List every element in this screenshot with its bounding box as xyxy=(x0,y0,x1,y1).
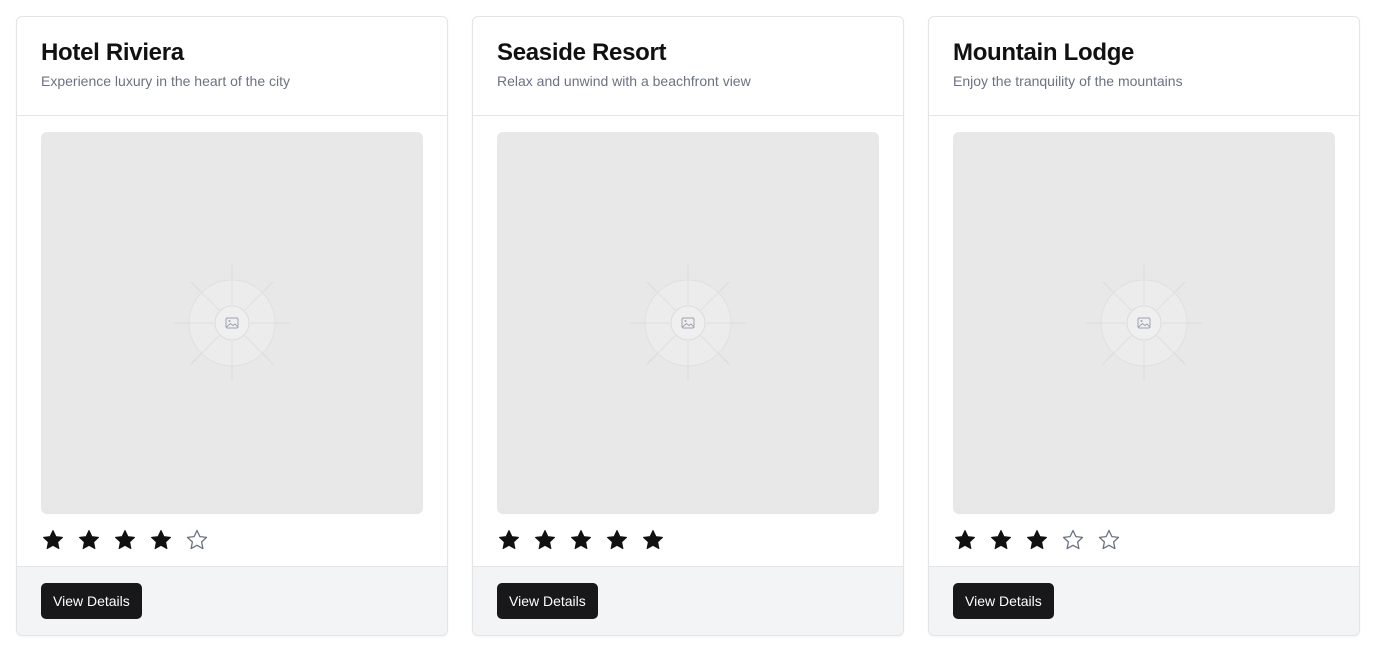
card-header: Hotel Riviera Experience luxury in the h… xyxy=(17,17,447,116)
view-details-button[interactable]: View Details xyxy=(497,583,598,619)
image-icon xyxy=(1086,264,1202,381)
star-filled-icon xyxy=(499,529,519,549)
star-rating xyxy=(497,528,879,552)
image-placeholder xyxy=(497,131,879,514)
image-icon xyxy=(174,264,290,381)
hotel-card-grid: Hotel Riviera Experience luxury in the h… xyxy=(16,16,1360,636)
hotel-card: Seaside Resort Relax and unwind with a b… xyxy=(472,16,904,636)
star-empty-icon xyxy=(1098,529,1120,550)
card-subtitle: Enjoy the tranquility of the mountains xyxy=(953,73,1183,89)
hotel-card: Hotel Riviera Experience luxury in the h… xyxy=(16,16,448,636)
card-subtitle: Relax and unwind with a beachfront view xyxy=(497,73,751,89)
card-header: Seaside Resort Relax and unwind with a b… xyxy=(473,17,903,116)
star-filled-icon xyxy=(991,529,1011,549)
star-filled-icon xyxy=(151,529,171,549)
card-footer: View Details xyxy=(929,566,1359,635)
card-title: Seaside Resort xyxy=(497,39,667,66)
star-filled-icon xyxy=(115,529,135,549)
view-details-button[interactable]: View Details xyxy=(953,583,1054,619)
hotel-card: Mountain Lodge Enjoy the tranquility of … xyxy=(928,16,1360,636)
card-header: Mountain Lodge Enjoy the tranquility of … xyxy=(929,17,1359,116)
card-title: Mountain Lodge xyxy=(953,39,1135,66)
card-footer: View Details xyxy=(17,566,447,635)
star-filled-icon xyxy=(571,529,591,549)
star-filled-icon xyxy=(535,529,555,549)
star-rating xyxy=(953,528,1335,552)
card-footer: View Details xyxy=(473,566,903,635)
star-empty-icon xyxy=(186,529,208,550)
star-filled-icon xyxy=(643,529,663,549)
star-rating xyxy=(41,528,423,552)
card-body xyxy=(929,116,1359,566)
star-filled-icon xyxy=(607,529,627,549)
card-subtitle: Experience luxury in the heart of the ci… xyxy=(41,73,291,89)
star-filled-icon xyxy=(1027,529,1047,549)
image-icon xyxy=(630,264,746,381)
star-filled-icon xyxy=(79,529,99,549)
image-placeholder xyxy=(953,131,1335,514)
card-title: Hotel Riviera xyxy=(41,39,184,66)
star-filled-icon xyxy=(43,529,63,549)
star-empty-icon xyxy=(1062,529,1084,550)
view-details-button[interactable]: View Details xyxy=(41,583,142,619)
image-placeholder xyxy=(41,131,423,514)
card-body xyxy=(17,116,447,566)
star-filled-icon xyxy=(955,529,975,549)
card-body xyxy=(473,116,903,566)
